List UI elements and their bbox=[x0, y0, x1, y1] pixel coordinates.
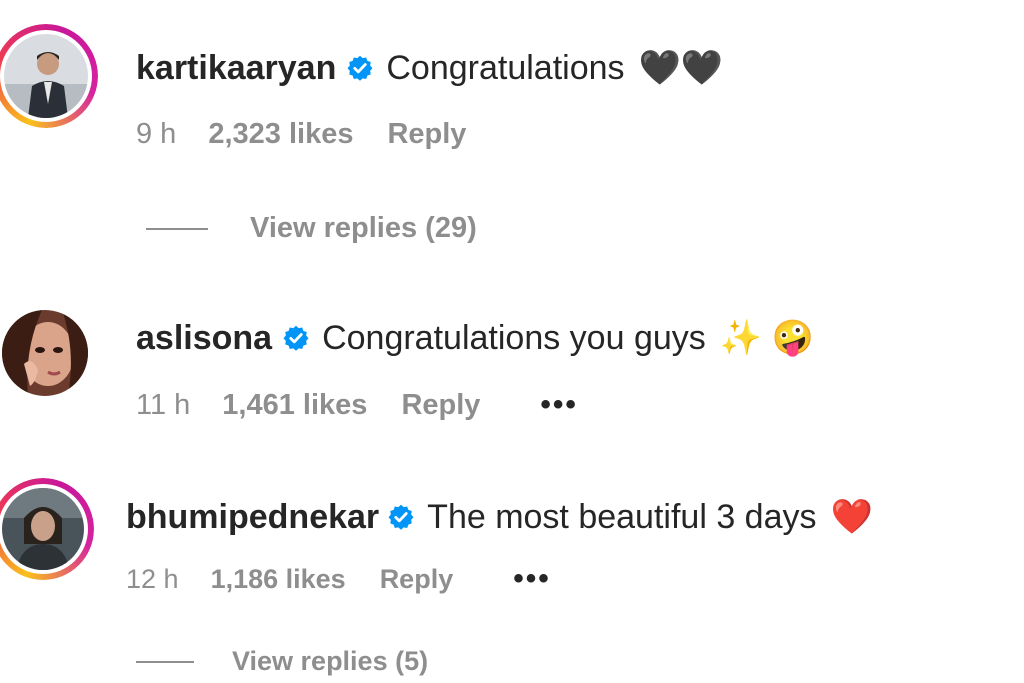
comment-time: 12 h bbox=[126, 563, 179, 594]
comment-meta: 12 h 1,186 likes Reply ••• bbox=[126, 562, 551, 596]
comment-meta: 11 h 1,461 likes Reply ••• bbox=[136, 388, 578, 422]
comments-section: kartikaaryan Congratulations 🖤🖤 9 h 2,32… bbox=[0, 0, 1024, 683]
reply-button[interactable]: Reply bbox=[387, 118, 466, 151]
comment-username[interactable]: kartikaaryan bbox=[136, 49, 336, 88]
verified-badge-icon bbox=[283, 325, 309, 351]
view-replies-button[interactable]: View replies (29) bbox=[146, 212, 477, 245]
comment-meta: 9 h 2,323 likes Reply bbox=[136, 118, 526, 151]
comment-line: aslisona Congratulations you guys ✨ 🤪 bbox=[136, 318, 814, 358]
view-replies-label: View replies (29) bbox=[250, 212, 477, 244]
more-options-icon[interactable]: ••• bbox=[513, 562, 551, 596]
likes-count[interactable]: 1,186 likes bbox=[211, 564, 346, 595]
hearts-emoji: 🖤🖤 bbox=[638, 49, 724, 87]
avatar-image bbox=[2, 310, 88, 396]
comment-line: bhumipednekar The most beautiful 3 days … bbox=[126, 497, 873, 537]
likes-count[interactable]: 1,461 likes bbox=[222, 389, 367, 422]
avatar[interactable] bbox=[2, 310, 88, 396]
comment-text: The most beautiful 3 days bbox=[427, 497, 817, 536]
comment-username[interactable]: bhumipednekar bbox=[126, 498, 379, 537]
reply-button[interactable]: Reply bbox=[380, 564, 454, 595]
more-options-icon[interactable]: ••• bbox=[540, 388, 578, 422]
comment-text: Congratulations you guys bbox=[322, 318, 706, 357]
view-replies-button[interactable]: View replies (5) bbox=[136, 646, 428, 677]
verified-badge-icon bbox=[347, 55, 373, 81]
comment-line: kartikaaryan Congratulations 🖤🖤 bbox=[136, 48, 723, 88]
reply-button[interactable]: Reply bbox=[401, 389, 480, 422]
comment-time: 11 h bbox=[136, 388, 191, 421]
replies-divider bbox=[146, 227, 208, 230]
replies-divider bbox=[136, 660, 194, 663]
comment-text: Congratulations bbox=[386, 48, 625, 87]
verified-badge-icon bbox=[388, 504, 414, 530]
sparkles-zany-emoji: ✨ 🤪 bbox=[719, 319, 814, 357]
red-heart-emoji: ❤️ bbox=[830, 498, 873, 536]
avatar bbox=[2, 488, 84, 570]
comment-time: 9 h bbox=[136, 118, 177, 150]
likes-count[interactable]: 2,323 likes bbox=[208, 118, 353, 151]
avatar-story-ring[interactable] bbox=[0, 478, 94, 580]
avatar bbox=[4, 34, 88, 118]
avatar-image bbox=[4, 34, 88, 118]
avatar-image bbox=[2, 488, 84, 570]
avatar-story-ring[interactable] bbox=[0, 24, 98, 128]
view-replies-label: View replies (5) bbox=[232, 646, 429, 676]
comment-username[interactable]: aslisona bbox=[136, 319, 272, 358]
